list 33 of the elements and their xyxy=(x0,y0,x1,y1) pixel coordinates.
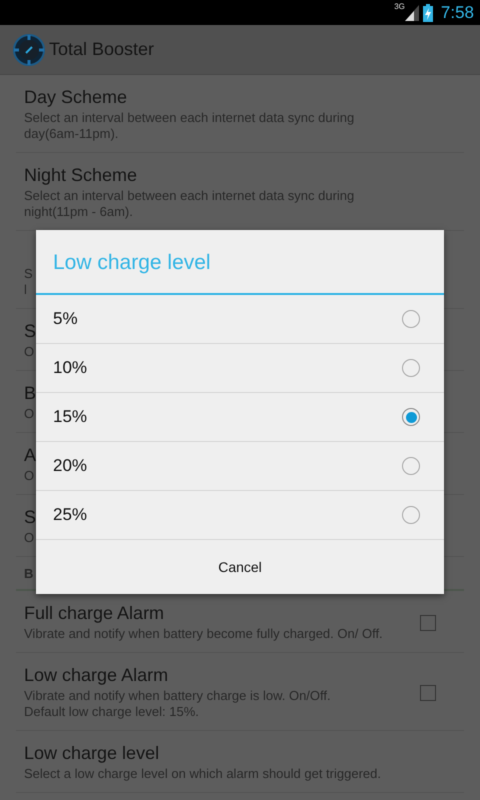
option-item[interactable]: 5% xyxy=(36,295,444,344)
option-label: 15% xyxy=(53,407,88,427)
setting-title: A xyxy=(24,445,36,466)
option-label: 5% xyxy=(53,309,78,329)
checkbox[interactable] xyxy=(420,614,436,630)
app-title: Total Booster xyxy=(49,39,154,60)
radio-button[interactable] xyxy=(402,359,420,377)
option-item[interactable]: 20% xyxy=(36,442,444,491)
setting-title: S xyxy=(24,321,36,342)
radio-button[interactable] xyxy=(402,408,420,426)
setting-title: Night Scheme xyxy=(24,165,138,186)
option-label: 20% xyxy=(53,456,88,476)
setting-title: Low charge level xyxy=(24,743,160,764)
option-item[interactable]: 10% xyxy=(36,344,444,393)
app-logo-icon xyxy=(13,34,45,66)
setting-title: Low charge Alarm xyxy=(24,665,168,686)
setting-title: S xyxy=(24,507,36,528)
setting-title: B xyxy=(24,383,36,404)
battery-charging-icon xyxy=(422,4,433,22)
radio-button[interactable] xyxy=(402,506,420,524)
option-label: 25% xyxy=(53,505,88,525)
dialog-title: Low charge level xyxy=(36,230,444,295)
setting-title: Full charge Alarm xyxy=(24,603,164,624)
option-item[interactable]: 15% xyxy=(36,393,444,442)
setting-title: Day Scheme xyxy=(24,87,128,108)
option-label: 10% xyxy=(53,358,88,378)
clock-time: 7:58 xyxy=(440,2,474,22)
network-type: 3G xyxy=(394,2,405,11)
radio-button[interactable] xyxy=(402,457,420,475)
radio-button[interactable] xyxy=(402,310,420,328)
cancel-button[interactable]: Cancel xyxy=(36,540,444,594)
checkbox[interactable] xyxy=(420,684,436,700)
signal-icon xyxy=(404,4,419,20)
